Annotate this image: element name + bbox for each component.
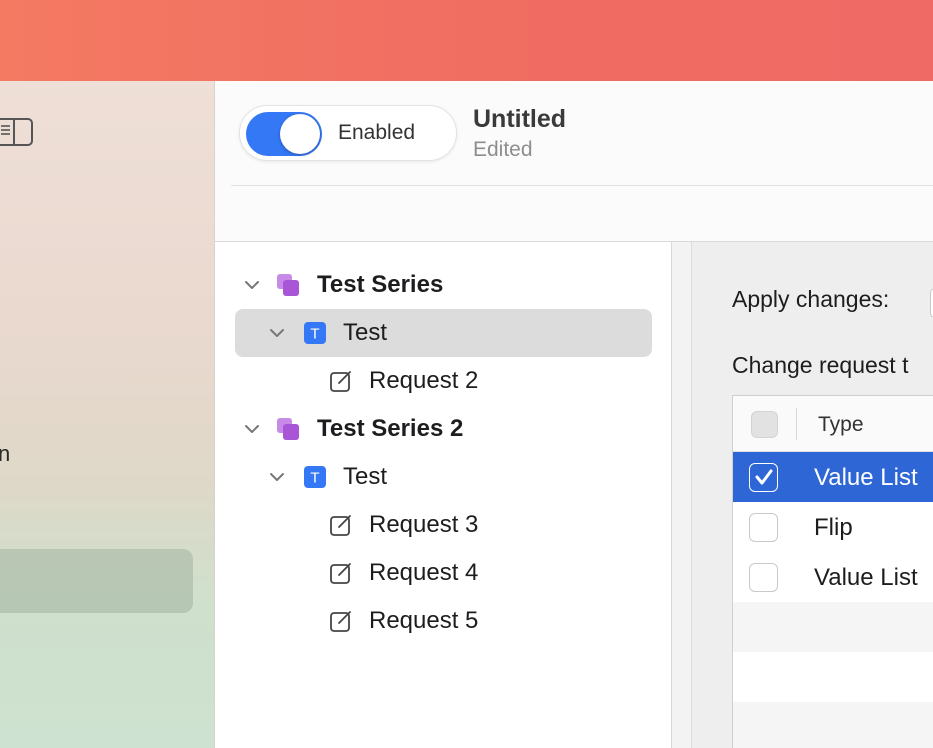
tree-item-request[interactable]: Request 4 <box>215 549 672 597</box>
tree-item-label: Test <box>343 319 388 346</box>
svg-text:T: T <box>310 326 319 343</box>
sidebar-toggle-icon[interactable] <box>0 117 34 147</box>
select-all-checkbox[interactable] <box>751 411 778 438</box>
chevron-down-icon[interactable] <box>268 324 286 342</box>
table-row[interactable]: Flip <box>733 502 933 552</box>
toggle-knob <box>280 114 320 154</box>
row-checkbox[interactable] <box>749 463 778 492</box>
tree-item-test[interactable]: T Test <box>215 309 672 357</box>
tree-item-request[interactable]: Request 2 <box>215 357 672 405</box>
empty-row <box>733 602 933 652</box>
tree-item-label: Test Series <box>317 271 444 298</box>
column-separator[interactable] <box>796 408 797 440</box>
chevron-down-icon[interactable] <box>243 420 261 438</box>
toggle-label: Enabled <box>338 121 416 144</box>
change-request-label: Change request t <box>732 352 909 378</box>
stacked-squares-icon <box>277 418 299 440</box>
table-row[interactable]: Value List <box>733 452 933 502</box>
chevron-down-icon[interactable] <box>268 468 286 486</box>
apply-changes-label: Apply changes: <box>732 286 890 312</box>
outline-tree: Test Series T Test Request 2 Test Series… <box>215 242 672 748</box>
enabled-toggle[interactable]: Enabled <box>239 105 457 161</box>
checkmark-icon <box>755 469 773 485</box>
tree-item-label: Request 4 <box>369 559 479 586</box>
document-title: Untitled <box>473 105 567 133</box>
desktop-background <box>0 0 933 81</box>
edit-square-icon <box>330 611 351 632</box>
change-type-table: Type Value List Flip Value List <box>732 395 933 748</box>
type-cell: Value List <box>814 564 918 591</box>
tree-item-request[interactable]: Request 3 <box>215 501 672 549</box>
type-cell: Flip <box>814 514 853 541</box>
empty-row <box>733 652 933 702</box>
divider <box>231 185 933 186</box>
tree-item-test[interactable]: T Test <box>215 453 672 501</box>
stacked-squares-icon <box>277 274 299 296</box>
sidebar: n <box>0 81 215 748</box>
tree-item-request[interactable]: Request 5 <box>215 597 672 645</box>
tree-item-label: Test <box>343 463 388 490</box>
edit-square-icon <box>330 515 351 536</box>
tree-item-series[interactable]: Test Series 2 <box>215 405 672 453</box>
sidebar-selected-item[interactable] <box>0 549 193 613</box>
type-cell: Value List <box>814 464 918 491</box>
letter-t-icon: T <box>304 322 326 344</box>
tree-item-label: Request 3 <box>369 511 479 538</box>
tree-item-series[interactable]: Test Series <box>215 261 672 309</box>
column-header-type[interactable]: Type <box>818 413 864 437</box>
edit-square-icon <box>330 371 351 392</box>
empty-row <box>733 702 933 748</box>
edit-square-icon <box>330 563 351 584</box>
tree-item-label: Test Series 2 <box>317 415 464 442</box>
split-view-divider[interactable] <box>672 242 692 748</box>
table-row[interactable]: Value List <box>733 552 933 602</box>
tree-item-label: Request 2 <box>369 367 479 394</box>
row-checkbox[interactable] <box>749 513 778 542</box>
letter-t-icon: T <box>304 466 326 488</box>
svg-text:T: T <box>310 470 319 487</box>
row-checkbox[interactable] <box>749 563 778 592</box>
toolbar: Enabled Untitled Edited <box>215 81 933 242</box>
table-header: Type <box>733 396 933 452</box>
sidebar-item-label: n <box>0 441 11 466</box>
chevron-down-icon[interactable] <box>243 276 261 294</box>
document-status: Edited <box>473 138 533 161</box>
inspector-panel: Apply changes: Change request t Type Val… <box>692 242 933 748</box>
toggle-switch[interactable] <box>246 112 322 156</box>
tree-item-label: Request 5 <box>369 607 479 634</box>
